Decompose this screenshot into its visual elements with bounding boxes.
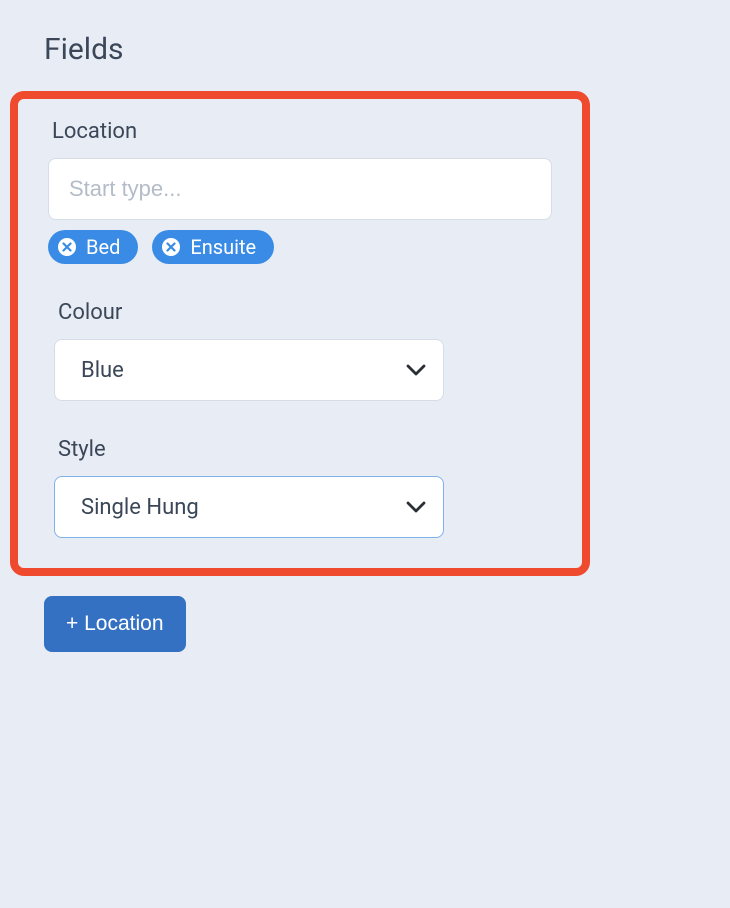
style-selected-value: Single Hung bbox=[81, 495, 199, 520]
remove-icon[interactable] bbox=[162, 238, 180, 256]
colour-select-wrapper: Blue bbox=[54, 339, 444, 401]
style-field-group: Style Single Hung bbox=[54, 437, 552, 538]
colour-label: Colour bbox=[58, 300, 552, 325]
style-select-wrapper: Single Hung bbox=[54, 476, 444, 538]
style-label: Style bbox=[58, 437, 552, 462]
colour-selected-value: Blue bbox=[81, 358, 124, 383]
tag-ensuite[interactable]: Ensuite bbox=[152, 230, 274, 264]
page-title: Fields bbox=[0, 0, 730, 67]
tag-bed[interactable]: Bed bbox=[48, 230, 138, 264]
remove-icon[interactable] bbox=[58, 238, 76, 256]
add-location-button[interactable]: + Location bbox=[44, 596, 186, 652]
location-label: Location bbox=[52, 119, 552, 144]
location-input[interactable] bbox=[48, 158, 552, 220]
location-tags-row: Bed Ensuite bbox=[48, 230, 552, 264]
style-select[interactable]: Single Hung bbox=[54, 476, 444, 538]
tag-label: Bed bbox=[86, 235, 120, 259]
location-field-group: Location Bed Ensuite bbox=[48, 119, 552, 264]
fields-highlight-box: Location Bed Ensuite Colour Blue bbox=[10, 91, 590, 576]
tag-label: Ensuite bbox=[190, 235, 256, 259]
colour-field-group: Colour Blue bbox=[54, 300, 552, 401]
colour-select[interactable]: Blue bbox=[54, 339, 444, 401]
